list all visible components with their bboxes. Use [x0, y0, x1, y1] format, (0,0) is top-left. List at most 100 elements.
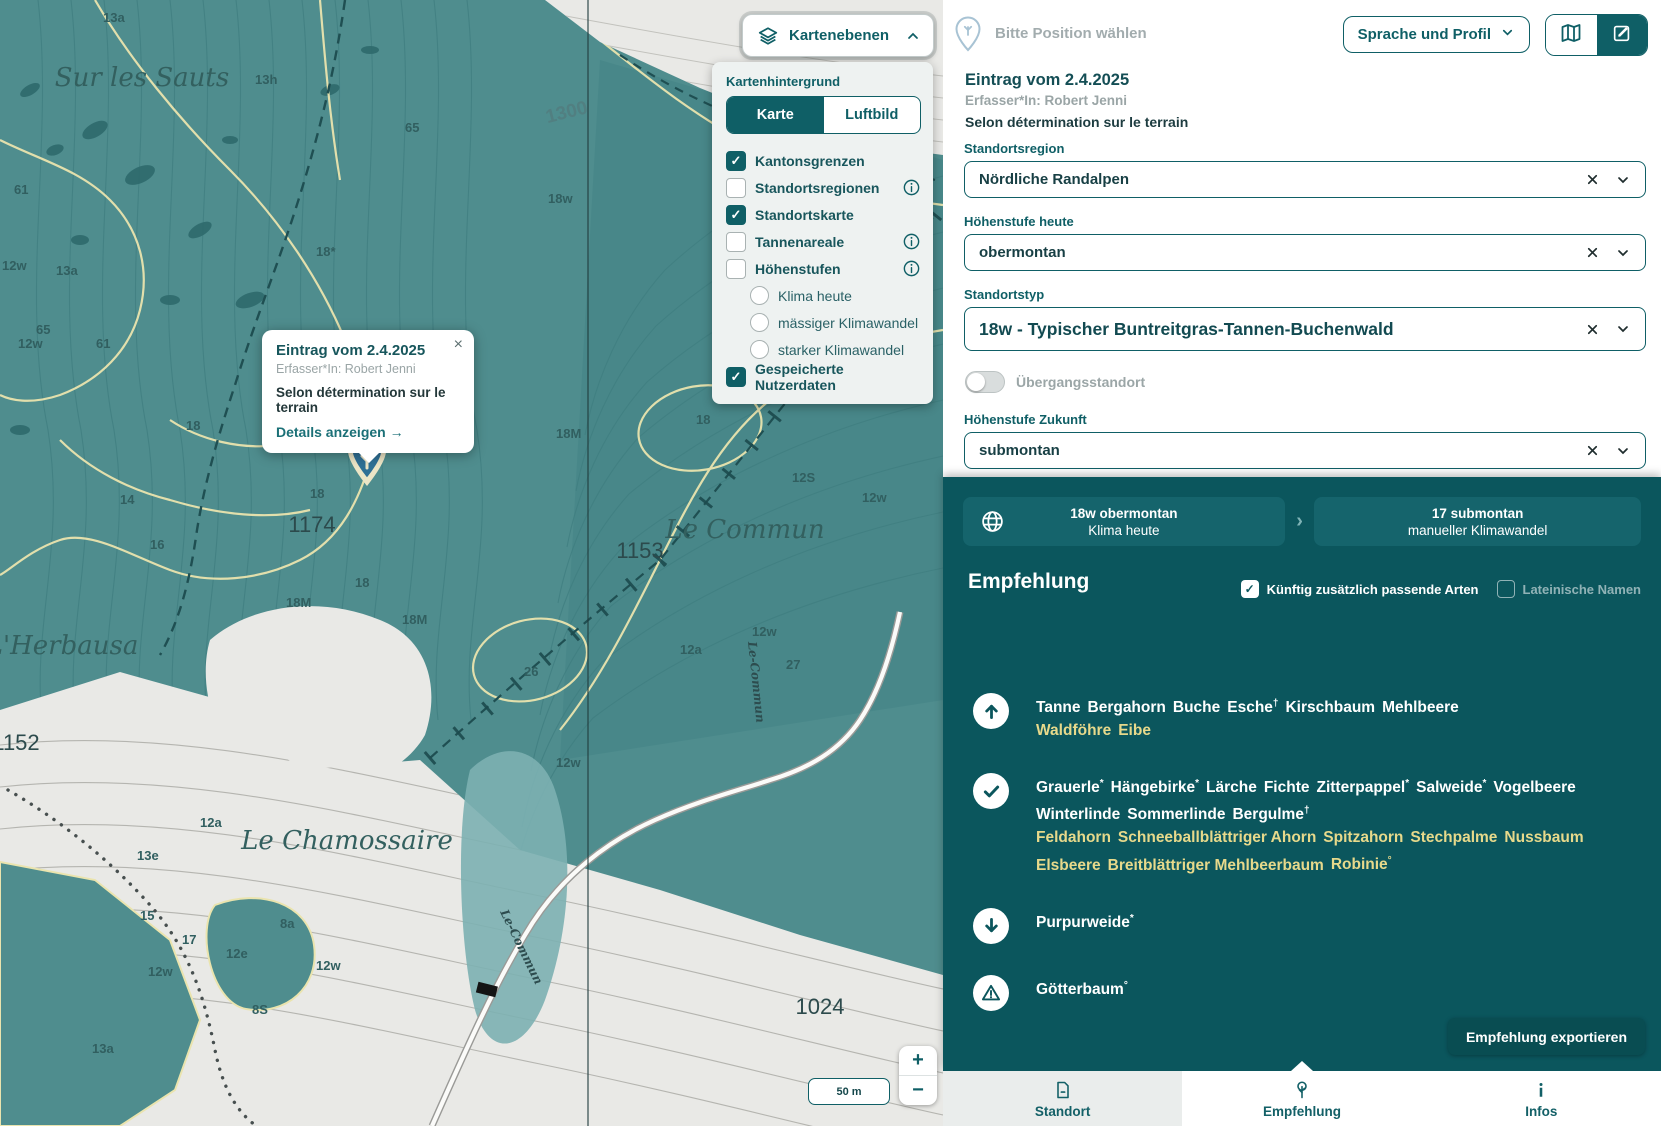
- species: Fichte: [1264, 776, 1310, 799]
- field-value: Nördliche Randalpen: [979, 171, 1129, 188]
- radio-starker-klimawandel[interactable]: starker Klimawandel: [750, 336, 921, 363]
- entry-title: Eintrag vom 2.4.2025: [965, 71, 1129, 90]
- field-select[interactable]: submontan: [964, 432, 1646, 469]
- info-icon[interactable]: [902, 232, 921, 251]
- species: Lärche: [1206, 776, 1257, 799]
- recommendation-section: 18w obermontan Klima heute › 17 submonta…: [943, 477, 1661, 1071]
- chevron-down-icon[interactable]: [1615, 321, 1631, 337]
- transition-site-toggle[interactable]: [965, 371, 1005, 393]
- map-label: 12w: [2, 258, 27, 273]
- popup-close-icon[interactable]: ×: [454, 337, 463, 353]
- species: Eibe: [1118, 719, 1151, 742]
- map-canvas[interactable]: 13aSur les Sauts13h65130018w6118*12w13a6…: [0, 0, 943, 1126]
- recommendation-option-k-nftig-zus-tzlich-passende-arten[interactable]: ✓Künftig zusätzlich passende Arten: [1241, 580, 1479, 598]
- info-icon[interactable]: [902, 178, 921, 197]
- field-select[interactable]: 18w - Typischer Buntreitgras-Tannen-Buch…: [964, 307, 1646, 351]
- field-value: 18w - Typischer Buntreitgras-Tannen-Buch…: [979, 319, 1394, 340]
- clear-icon[interactable]: [1585, 245, 1600, 260]
- map-label: 13h: [255, 72, 277, 87]
- layer-label: Tannenareale: [755, 234, 844, 250]
- arrow-down-icon: [973, 908, 1009, 944]
- scenario-today-line1: 18w obermontan: [1070, 505, 1177, 522]
- tab-empfehlung[interactable]: Empfehlung: [1182, 1071, 1421, 1126]
- species: Schneeballblättriger Ahorn: [1118, 826, 1316, 849]
- option-label: Künftig zusätzlich passende Arten: [1267, 582, 1479, 597]
- form-field-h-henstufe-heute: Höhenstufe heuteobermontan: [964, 214, 1646, 271]
- map-label: 13a: [92, 1041, 114, 1056]
- background-option-luftbild[interactable]: Luftbild: [824, 97, 921, 133]
- map-label: Le Commun: [664, 515, 824, 545]
- layers-icon: [757, 25, 779, 47]
- layer-label: Kantonsgrenzen: [755, 153, 865, 169]
- map-layers-button[interactable]: Kartenebenen: [742, 14, 934, 57]
- map-label: 17: [182, 932, 196, 947]
- scenario-future-line2: manueller Klimawandel: [1408, 522, 1548, 539]
- checkbox-checked-icon: ✓: [726, 367, 746, 387]
- species: Vogelbeere: [1493, 776, 1575, 799]
- zoom-in-button[interactable]: +: [899, 1046, 937, 1075]
- document-icon: [1053, 1079, 1073, 1101]
- species: Spitzahorn: [1323, 826, 1403, 849]
- map-label: 13e: [137, 848, 159, 863]
- site-form: StandortsregionNördliche RandalpenHöhens…: [964, 141, 1646, 485]
- field-icons: [1585, 443, 1631, 459]
- map-label: 1174: [288, 512, 335, 537]
- layer-row-h-henstufen[interactable]: Höhenstufen: [726, 255, 921, 282]
- info-icon[interactable]: [902, 259, 921, 278]
- species: Nussbaum: [1504, 826, 1583, 849]
- radio-m-ssiger-klimawandel[interactable]: mässiger Klimawandel: [750, 309, 921, 336]
- map-label: 12w: [18, 336, 43, 351]
- species: Waldföhre: [1036, 719, 1111, 742]
- background-option-karte[interactable]: Karte: [727, 97, 824, 133]
- map-label: 61: [14, 182, 28, 197]
- scenario-card-future: 17 submontan manueller Klimawandel: [1314, 497, 1641, 546]
- clear-icon[interactable]: [1585, 443, 1600, 458]
- map-label: 65: [36, 322, 50, 337]
- view-mode-toggle: [1545, 14, 1648, 56]
- species: Götterbaum°: [1036, 974, 1128, 1001]
- map-label: 26: [524, 664, 538, 679]
- chevron-down-icon[interactable]: [1615, 443, 1631, 459]
- tab-infos[interactable]: Infos: [1422, 1071, 1661, 1126]
- layer-label: Gespeicherte Nutzerdaten: [755, 361, 921, 393]
- map-label: 27: [786, 657, 800, 672]
- layer-row-tannenareale[interactable]: Tannenareale: [726, 228, 921, 255]
- species-group-yellow: Waldföhre Eibe: [1036, 719, 1613, 742]
- language-profile-button[interactable]: Sprache und Profil: [1343, 16, 1530, 53]
- map-label: 8a: [280, 916, 295, 931]
- side-panel: Bitte Position wählen Sprache und Profil: [943, 0, 1661, 1126]
- map-view-button[interactable]: [1546, 15, 1597, 55]
- info-icon: [1532, 1079, 1550, 1101]
- zoom-out-button[interactable]: −: [899, 1075, 937, 1105]
- map-scale-bar: 50 m: [808, 1078, 890, 1105]
- map-label: 18: [696, 412, 710, 427]
- field-select[interactable]: obermontan: [964, 234, 1646, 271]
- field-select[interactable]: Nördliche Randalpen: [964, 161, 1646, 198]
- species: Stechpalme: [1410, 826, 1497, 849]
- chevron-down-icon[interactable]: [1615, 172, 1631, 188]
- edit-view-button[interactable]: [1597, 15, 1648, 55]
- layer-row-standortsregionen[interactable]: Standortsregionen: [726, 174, 921, 201]
- layer-row-standortskarte[interactable]: ✓Standortskarte: [726, 201, 921, 228]
- map-label: 15: [140, 908, 154, 923]
- map-label: 8S: [252, 1002, 268, 1017]
- popup-details-link[interactable]: Details anzeigen →: [276, 424, 404, 440]
- clear-icon[interactable]: [1585, 322, 1600, 337]
- radio-klima-heute[interactable]: Klima heute: [750, 282, 921, 309]
- scenario-card-today: 18w obermontan Klima heute: [963, 497, 1285, 546]
- species-list: Purpurweide*: [1036, 907, 1613, 944]
- radio-label: starker Klimawandel: [778, 342, 904, 358]
- species-group-yellow: FeldahornSchneeballblättriger AhornSpitz…: [1036, 826, 1613, 876]
- tab-standort[interactable]: Standort: [943, 1071, 1182, 1126]
- layer-row-kantonsgrenzen[interactable]: ✓Kantonsgrenzen: [726, 147, 921, 174]
- species-list: TanneBergahornBucheEsche†KirschbaumMehlb…: [1036, 692, 1613, 742]
- field-icons: [1585, 245, 1631, 261]
- app: { "colors":{"accent":"#0F5F66","section_…: [0, 0, 1661, 1126]
- chevron-down-icon[interactable]: [1615, 245, 1631, 261]
- background-section-label: Kartenhintergrund: [726, 74, 921, 89]
- recommendation-option-lateinische-namen[interactable]: Lateinische Namen: [1497, 580, 1642, 598]
- clear-icon[interactable]: [1585, 172, 1600, 187]
- layer-row-gespeicherte-nutzerdaten[interactable]: ✓ Gespeicherte Nutzerdaten: [726, 363, 921, 390]
- species-group-white: TanneBergahornBucheEsche†KirschbaumMehlb…: [1036, 692, 1613, 719]
- export-recommendation-button[interactable]: Empfehlung exportieren: [1448, 1018, 1645, 1055]
